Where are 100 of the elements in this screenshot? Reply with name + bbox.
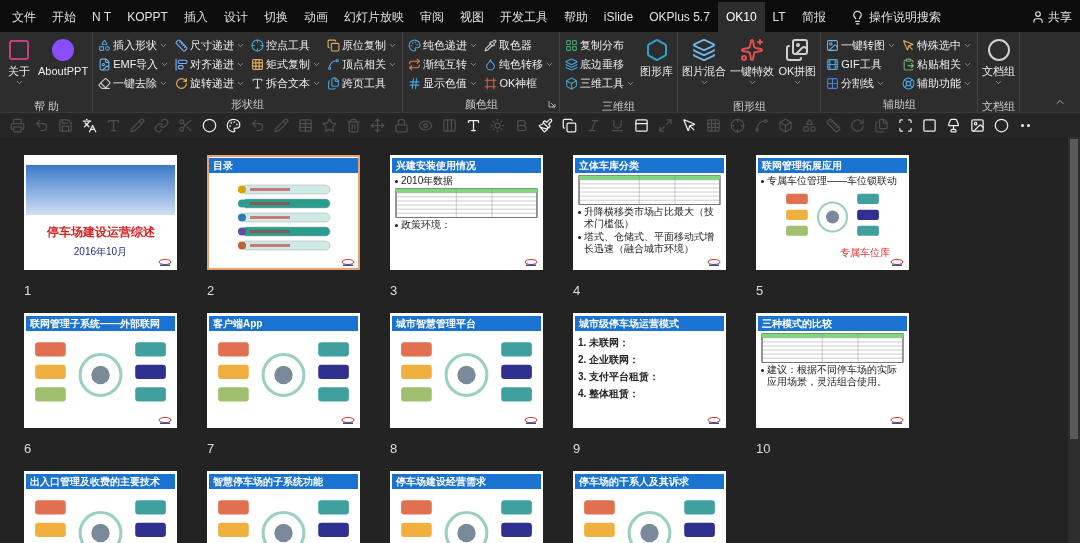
share-button[interactable]: 共享 [1023,2,1080,32]
ribbon-button[interactable]: 特殊选中 [901,36,974,55]
ribbon-button[interactable]: 对齐递进 [174,55,247,74]
slide-thumbnail[interactable]: 智慧停车场的子系统功能 [207,471,360,543]
ribbon-button[interactable]: 顶点相关 [326,55,399,74]
ribbon-button[interactable]: 纯色转移 [483,55,556,74]
logo-icon [707,259,721,266]
slide-thumbnail[interactable]: 停车场的干系人及其诉求 [573,471,726,543]
grid-icon [705,117,721,133]
ribbon-button[interactable]: 复制分布 [564,36,637,55]
ribbon-button[interactable]: 矩式复制 [250,55,323,74]
ribbon-button[interactable]: 原位复制 [326,36,399,55]
scrollbar[interactable] [1068,137,1080,543]
menu-tab[interactable]: 设计 [215,2,256,32]
ribbon-large-button[interactable]: 图片混合 [682,36,727,98]
copy-icon [327,39,341,52]
ribbon-large-button[interactable]: 关于 [4,36,34,98]
menu-tab[interactable]: N T [84,2,120,32]
toolbar-button[interactable] [560,116,578,134]
menu-tab[interactable]: 简报 [793,2,834,32]
scrollbar-thumb[interactable] [1070,139,1078,439]
menu-tab[interactable]: 插入 [175,2,216,32]
ribbon-large-button[interactable]: AboutPPT [38,36,89,98]
ribbon-button[interactable]: 控点工具 [250,36,323,55]
slide-thumbnail[interactable]: 城市级停车场运营模式 1. 未联网： 2. 企业联网： 3. 支付平台租赁： 4. 整体租赁： [573,313,726,428]
toolbar-button[interactable] [680,116,698,134]
ribbon-button[interactable]: 底边垂移 [564,55,637,74]
translate-icon [81,117,97,133]
menu-tab[interactable]: OK10 [717,2,765,32]
slide-thumbnail[interactable]: 联网管理拓展应用 专属车位管理——车位锁联动 专属车位库 [756,155,909,270]
image-icon [826,39,840,52]
slide-thumbnail[interactable]: 立体车库分类 升降横移类市场占比最大（技术门槛低） 塔式、仓储式、平面移动式增长迅速（融合城市环境） [573,155,726,270]
slide-thumbnail[interactable]: 客户端App [207,313,360,428]
ribbon-button[interactable]: 三维工具 [564,74,637,93]
ribbon-button[interactable]: 渐纯互转 [407,55,480,74]
search-input[interactable]: 操作说明搜索 [868,8,969,26]
ribbon-button[interactable]: 分割线 [825,74,898,93]
ribbon-button[interactable]: 一键转图 [825,36,898,55]
underline-icon [609,117,625,133]
slide-text: 2. 企业联网： [578,354,641,366]
toolbar-button[interactable] [992,116,1010,134]
toolbar-button[interactable] [968,116,986,134]
menu-tab[interactable]: iSlide [595,2,642,32]
toolbar-button[interactable] [224,116,242,134]
slide-title: 出入口管理及收费的主要技术 [30,475,160,488]
slide-thumbnail[interactable]: 城市智慧管理平台 [390,313,543,428]
menu-tab[interactable]: 开发工具 [491,2,556,32]
group-label: 文档组 [982,98,1016,114]
menu-tab[interactable]: 动画 [295,2,336,32]
ribbon-button[interactable]: 显示色值 [407,74,480,93]
ribbon-button[interactable]: 辅助功能 [901,74,974,93]
menu-tab[interactable]: 文件 [4,2,44,32]
menu-tab[interactable]: 视图 [451,2,492,32]
brush-icon [537,117,553,133]
dialog-launcher-icon[interactable] [548,100,557,108]
ribbon-button[interactable]: 纯色递进 [407,36,480,55]
ribbon-large-button[interactable]: 一键特效 [730,36,775,98]
ribbon-large-button[interactable]: 文档组 [982,36,1016,98]
slide-thumbnail[interactable]: 三种模式的比较 建议：根据不同停车场的实际应用场景，灵活组合使用。 [756,313,909,428]
ribbon-large-button[interactable]: 图形库 [640,36,674,98]
move-icon [369,117,385,133]
menu-tab[interactable]: KOPPT [119,2,176,32]
toolbar-button[interactable] [536,116,554,134]
menu-tab[interactable]: OKPlus 5.7 [641,2,718,32]
ribbon-button[interactable]: 旋转递进 [174,74,247,93]
ribbon-button[interactable]: 拆合文本 [250,74,323,93]
menu-tab[interactable]: 帮助 [555,2,596,32]
frame-icon [484,77,498,90]
ribbon-button[interactable]: 粘贴相关 [901,55,974,74]
menu-tab[interactable]: 审阅 [411,2,452,32]
ribbon-large-button[interactable]: OK拼图 [778,36,817,98]
toolbar-button[interactable] [920,116,938,134]
slide-title: 客户端App [213,317,263,330]
slide-thumbnail[interactable]: 联网管理子系统——外部联网 [24,313,177,428]
slide-thumbnail[interactable]: 停车场建设运营综述 2016年10月 [24,155,177,270]
ribbon-button[interactable]: OK神框 [483,74,556,93]
toolbar-button[interactable] [80,116,98,134]
layout-grid-icon [565,39,579,52]
ribbon-button[interactable]: GIF工具 [825,55,898,74]
slide-title: 三种模式的比较 [762,317,832,330]
slide-thumbnail[interactable]: 兴建安装使用情况 2010年数据 政策环境： [390,155,543,270]
toolbar-button[interactable] [200,116,218,134]
toolbar-button[interactable] [632,116,650,134]
ribbon-button[interactable]: 一键去除 [97,74,171,93]
toolbar-button[interactable] [896,116,914,134]
ribbon-button[interactable]: 取色器 [483,36,556,55]
ribbon-button[interactable]: 插入形状 [97,36,171,55]
menu-tab[interactable]: LT [764,2,794,32]
menu-tab[interactable]: 切换 [255,2,296,32]
slide-thumbnail[interactable]: 出入口管理及收费的主要技术 [24,471,177,543]
ribbon-button[interactable]: 跨页工具 [326,74,399,93]
slide-thumbnail[interactable]: 停车场建设经营需求 [390,471,543,543]
slide-thumbnail[interactable]: 目录 [207,155,360,270]
droplet-icon [484,58,498,71]
ribbon-button[interactable]: EMF导入 [97,55,171,74]
spline-icon [327,58,341,71]
ribbon-button[interactable]: 尺寸递进 [174,36,247,55]
menu-tab[interactable]: 开始 [44,2,84,32]
search-field[interactable]: 操作说明搜索 [845,2,973,32]
menu-tab[interactable]: 幻灯片放映 [335,2,412,32]
